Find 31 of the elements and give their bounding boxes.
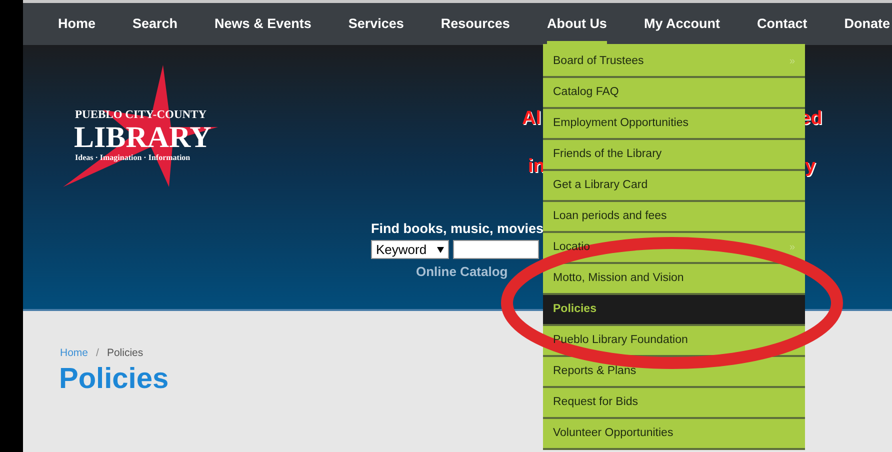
submenu-arrow: »: [789, 55, 795, 69]
menu-item[interactable]: Request for Bids: [543, 388, 805, 419]
announcement-text: in: [528, 155, 545, 179]
menu-item[interactable]: Catalog FAQ: [543, 78, 805, 109]
menu-item[interactable]: Volunteer Opportunities: [543, 419, 805, 450]
nav-link[interactable]: Resources: [440, 3, 510, 45]
menu-item[interactable]: Motto, Mission and Vision: [543, 264, 805, 295]
breadcrumb-separator: /: [96, 346, 99, 361]
nav-link[interactable]: Home: [58, 3, 96, 45]
caret-icon: [437, 246, 444, 252]
nav-link[interactable]: Donate: [844, 3, 890, 45]
nav-link[interactable]: News & Events: [214, 3, 312, 45]
nav-link[interactable]: My Account: [644, 3, 720, 45]
catalog-link[interactable]: Online Catalog: [416, 262, 508, 282]
nav-link[interactable]: Search: [132, 3, 178, 45]
menu-item[interactable]: Get a Library Card: [543, 171, 805, 202]
announcement-text: Al: [522, 107, 541, 131]
menu-item[interactable]: Loan periods and fees: [543, 202, 805, 233]
menu-item[interactable]: Friends of the Library: [543, 140, 805, 171]
page-title: Policies: [59, 362, 169, 397]
menu-item[interactable]: Board of Trustees »: [543, 47, 805, 78]
announcement-text: y: [805, 155, 816, 179]
search-heading: Find books, music, movies: [371, 220, 544, 238]
search-field[interactable]: [453, 240, 539, 259]
nav-link[interactable]: Services: [348, 3, 404, 45]
search-type-dropdown[interactable]: Keyword: [371, 240, 449, 259]
breadcrumb-current: Policies: [106, 346, 144, 361]
nav-link[interactable]: Contact: [756, 3, 808, 45]
menu-item[interactable]: Employment Opportunities: [543, 109, 805, 140]
submenu-arrow: »: [789, 241, 795, 255]
menu-item[interactable]: Policies: [543, 295, 805, 326]
